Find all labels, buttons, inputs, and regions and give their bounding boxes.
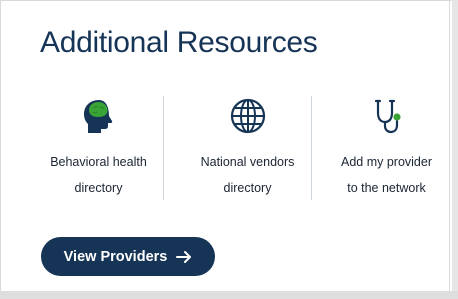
view-providers-label: View Providers [63, 248, 168, 265]
resource-add-provider[interactable]: Add my provider to the network [319, 96, 454, 202]
resource-behavioral-health[interactable]: Behavioral health directory [31, 96, 166, 202]
scroll-edge [452, 0, 458, 299]
globe-icon [228, 96, 268, 136]
resource-label: Behavioral health directory [50, 155, 147, 195]
head-brain-icon [79, 96, 119, 136]
arrow-right-icon [176, 250, 192, 264]
bottom-edge [0, 291, 458, 299]
column-divider [163, 96, 164, 200]
resource-national-vendors[interactable]: National vendors directory [180, 96, 315, 202]
resource-label: National vendors directory [200, 155, 295, 195]
column-divider [311, 96, 312, 200]
additional-resources-card: Additional Resources Behavioral health d… [0, 0, 458, 299]
resource-label: Add my provider to the network [340, 155, 432, 195]
card-title: Additional Resources [40, 26, 318, 59]
stethoscope-icon [367, 96, 407, 136]
view-providers-button[interactable]: View Providers [41, 237, 215, 276]
